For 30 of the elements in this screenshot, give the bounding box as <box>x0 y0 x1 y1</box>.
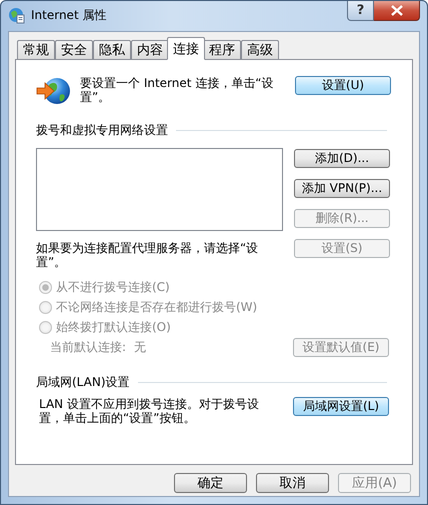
setup-button[interactable]: 设置(U) <box>295 76 391 95</box>
lan-settings-button[interactable]: 局域网设置(L) <box>293 397 389 416</box>
tab[interactable]: 常规 <box>17 40 55 60</box>
radio-label: 不论网络连接是否存在都进行拨号(W) <box>56 299 258 316</box>
lan-text: LAN 设置不应用到拨号连接。对于拨号设置，单击上面的“设置”按钮。 <box>39 397 260 425</box>
dialup-button[interactable]: 添加(D)... <box>294 149 390 168</box>
default-connection-label: 当前默认连接: <box>50 339 126 356</box>
close-button[interactable] <box>374 1 420 21</box>
connection-list[interactable] <box>36 148 283 231</box>
section-heading: 拨号和虚拟专用网络设置 <box>36 122 168 139</box>
radio-label: 始终拨打默认连接(O) <box>56 319 171 336</box>
tab[interactable]: 隐私 <box>93 40 131 60</box>
help-button[interactable]: ? <box>347 1 374 21</box>
tab[interactable]: 内容 <box>131 40 169 60</box>
tab[interactable]: 程序 <box>203 40 241 60</box>
tab[interactable]: 安全 <box>55 40 93 60</box>
proxy-text: 如果要为连接配置代理服务器，请选择“设置”。 <box>36 241 260 269</box>
radio-label: 从不进行拨号连接(C) <box>56 279 170 296</box>
tab[interactable]: 高级 <box>241 40 279 60</box>
default-connection-value: 无 <box>134 339 146 356</box>
globe-page-icon <box>8 7 25 24</box>
window-title: Internet 属性 <box>31 7 108 24</box>
dialog-button[interactable]: 确定 <box>174 473 247 493</box>
tab[interactable]: 连接 <box>167 37 205 60</box>
globe-arrow-icon <box>36 76 72 106</box>
dialup-button[interactable]: 添加 VPN(P)... <box>294 179 390 198</box>
dialog-button[interactable]: 取消 <box>256 473 329 493</box>
section-heading: 局域网(LAN)设置 <box>36 374 130 391</box>
setup-text: 要设置一个 Internet 连接，单击“设置”。 <box>80 76 274 106</box>
close-icon <box>390 5 402 16</box>
